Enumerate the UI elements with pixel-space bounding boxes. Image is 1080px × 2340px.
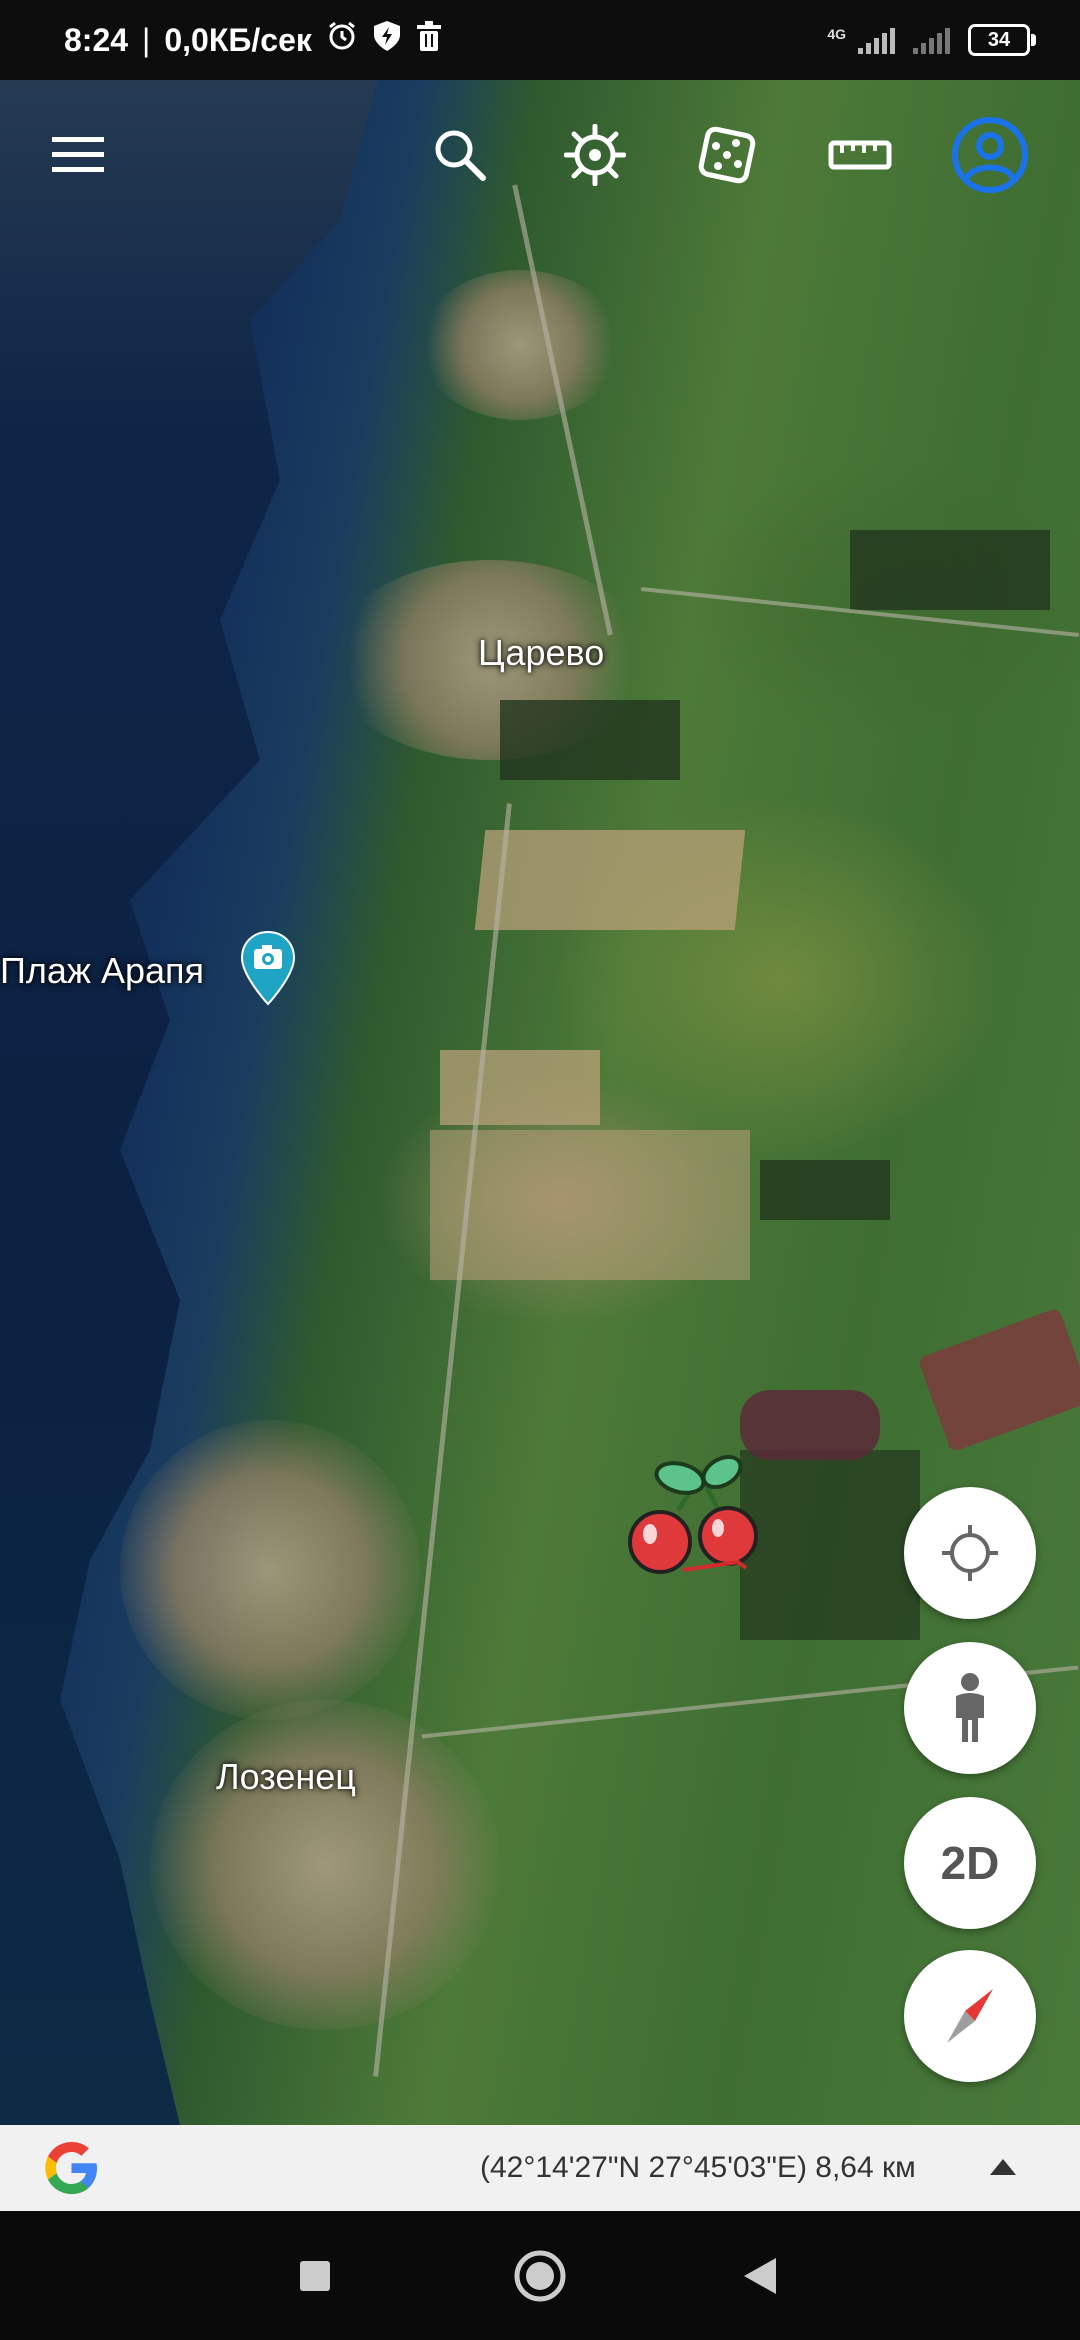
pegman-icon	[956, 1673, 984, 1742]
network-type: 4G	[827, 26, 846, 42]
status-bar: 8:24 | 0,0КБ/сек 4G 34	[0, 0, 1080, 80]
status-left: 8:24 | 0,0КБ/сек	[64, 0, 442, 80]
forest	[500, 700, 680, 780]
signal-icon-2	[913, 26, 950, 54]
town-area	[120, 1420, 420, 1720]
my-location-icon	[942, 1525, 998, 1581]
top-toolbar	[0, 100, 1080, 210]
field	[474, 830, 746, 930]
place-label-lozenets[interactable]: Лозенец	[216, 1756, 356, 1798]
view-mode-button[interactable]: 2D	[904, 1797, 1036, 1929]
menu-icon	[52, 137, 104, 172]
trash-icon	[416, 21, 442, 59]
clock: 8:24	[64, 21, 129, 58]
shield-bolt-icon	[372, 20, 402, 60]
measure-ruler-icon	[828, 140, 892, 170]
photo-pin-icon[interactable]	[240, 930, 296, 1006]
home-icon	[514, 2250, 566, 2302]
satellite-map[interactable]	[0, 0, 1080, 2125]
recent-apps-icon	[300, 2261, 330, 2291]
recent-apps-button[interactable]	[265, 2231, 365, 2321]
town-area	[150, 1700, 500, 2030]
back-icon	[744, 2258, 776, 2294]
account-button[interactable]	[940, 100, 1040, 210]
forest	[760, 1160, 890, 1220]
compass-button[interactable]	[904, 1950, 1036, 2082]
street-view-button[interactable]	[904, 1642, 1036, 1774]
forest	[850, 530, 1050, 610]
separator: |	[142, 21, 151, 58]
town-area	[420, 270, 620, 420]
alarm-icon	[326, 20, 358, 60]
search-button[interactable]	[410, 100, 510, 210]
battery-level: 34	[987, 28, 1011, 51]
feeling-lucky-dice-icon	[698, 126, 756, 184]
place-label-tsarevo[interactable]: Царево	[478, 632, 604, 674]
field	[430, 1130, 750, 1280]
coordinates-readout[interactable]: (42°14'27"N 27°45'03"E) 8,64 км	[480, 2125, 916, 2211]
cherry-icon[interactable]	[618, 1450, 768, 1590]
navigation-bar	[0, 2211, 1080, 2340]
my-location-button[interactable]	[904, 1487, 1036, 1619]
place-label-beach[interactable]: Плаж Арапя	[0, 950, 204, 992]
voyager-button[interactable]	[545, 100, 645, 210]
search-icon	[435, 130, 486, 181]
feeling-lucky-button[interactable]	[677, 100, 777, 210]
voyager-helm-icon	[564, 124, 626, 186]
google-g-logo	[40, 2137, 102, 2199]
battery-icon: 34	[968, 24, 1036, 56]
menu-button[interactable]	[28, 100, 128, 210]
signal-icon	[858, 26, 895, 54]
account-icon	[952, 117, 1028, 193]
back-button[interactable]	[710, 2231, 810, 2321]
info-bar: (42°14'27"N 27°45'03"E) 8,64 км	[0, 2125, 1080, 2211]
measure-button[interactable]	[810, 100, 910, 210]
triangle-up-icon	[990, 2159, 1016, 2175]
lake	[917, 1307, 1080, 1453]
network-speed: 0,0КБ/сек	[164, 21, 312, 58]
expand-info-button[interactable]	[980, 2147, 1026, 2187]
status-right: 4G 34	[827, 0, 1036, 80]
field	[440, 1050, 600, 1125]
home-button[interactable]	[490, 2231, 590, 2321]
compass-icon	[947, 1989, 993, 2043]
